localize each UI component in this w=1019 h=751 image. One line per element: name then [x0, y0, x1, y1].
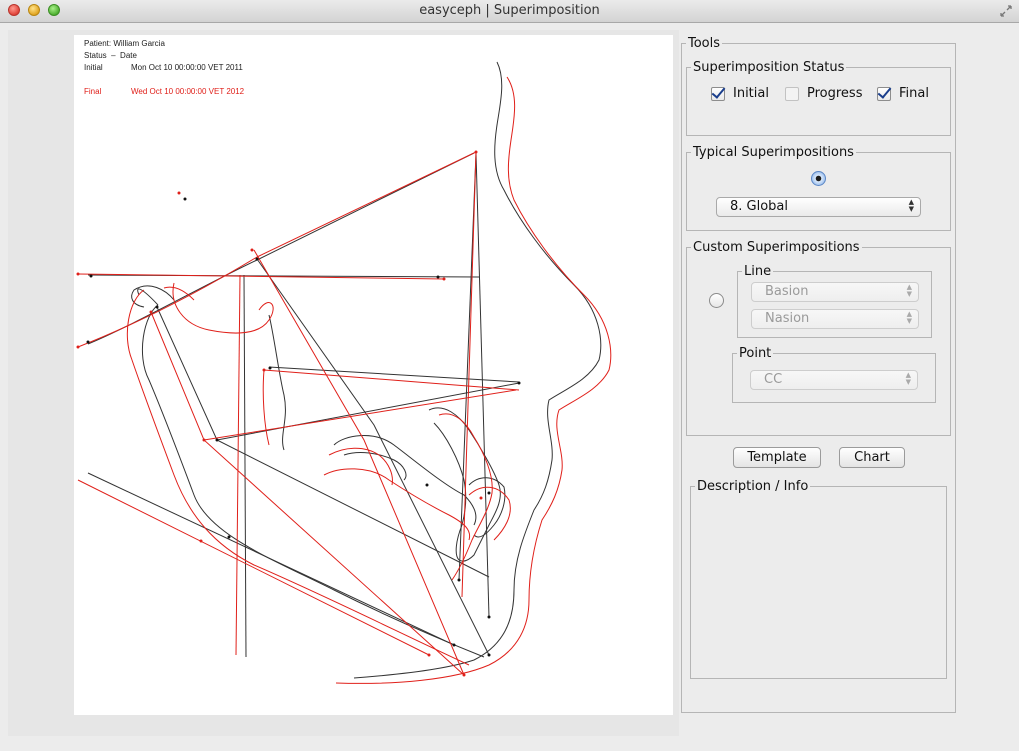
line-from-select[interactable]: Basion ▲ ▼ [751, 282, 919, 302]
progress-checkbox-box[interactable] [785, 86, 799, 101]
typical-superimpositions-group: Typical Superimpositions [686, 145, 951, 231]
initial-tracing [87, 61, 602, 679]
window-title: easyceph | Superimposition [419, 3, 600, 18]
fullscreen-icon[interactable] [999, 4, 1013, 18]
line-from-value: Basion [765, 284, 809, 299]
typical-superimpositions-legend: Typical Superimpositions [693, 145, 854, 160]
cephalometric-canvas[interactable]: Patient: William Garcia Status – Date In… [74, 35, 673, 715]
progress-checkbox-label: Progress [807, 86, 863, 101]
tracing-drawing [76, 61, 612, 684]
final-checkbox-label: Final [899, 86, 929, 101]
select-arrows-icon: ▲ ▼ [908, 198, 914, 213]
chart-button[interactable]: Chart [839, 447, 905, 468]
typical-superimposition-select[interactable]: 8. Global ▲ ▼ [716, 197, 921, 217]
line-legend: Line [744, 264, 772, 279]
typical-superimposition-radio[interactable] [811, 171, 826, 186]
final-checkbox[interactable]: Final [877, 86, 929, 101]
progress-checkbox[interactable]: Progress [785, 86, 862, 101]
superimposition-status-legend: Superimposition Status [693, 60, 845, 75]
custom-superimpositions-legend: Custom Superimpositions [693, 240, 860, 255]
point-select[interactable]: CC ▲ ▼ [750, 370, 918, 390]
typical-superimposition-value: 8. Global [730, 199, 789, 214]
initial-checkbox[interactable]: Initial [711, 86, 769, 101]
final-tracing [77, 76, 612, 684]
select-arrows-icon: ▲ ▼ [905, 371, 911, 386]
title-bar: easyceph | Superimposition [0, 0, 1019, 23]
initial-checkbox-label: Initial [733, 86, 769, 101]
line-to-select[interactable]: Nasion ▲ ▼ [751, 309, 919, 329]
line-to-value: Nasion [765, 311, 810, 326]
description-info-area[interactable] [692, 496, 945, 677]
point-value: CC [764, 372, 783, 387]
select-arrows-icon: ▲ ▼ [906, 283, 912, 298]
select-arrows-icon: ▲ ▼ [906, 310, 912, 325]
point-legend: Point [739, 346, 772, 361]
custom-superimposition-radio[interactable] [709, 293, 724, 308]
final-checkbox-box[interactable] [877, 86, 891, 101]
description-info-legend: Description / Info [697, 479, 809, 494]
template-button[interactable]: Template [733, 447, 821, 468]
initial-checkbox-box[interactable] [711, 86, 725, 101]
tools-legend: Tools [688, 36, 721, 51]
